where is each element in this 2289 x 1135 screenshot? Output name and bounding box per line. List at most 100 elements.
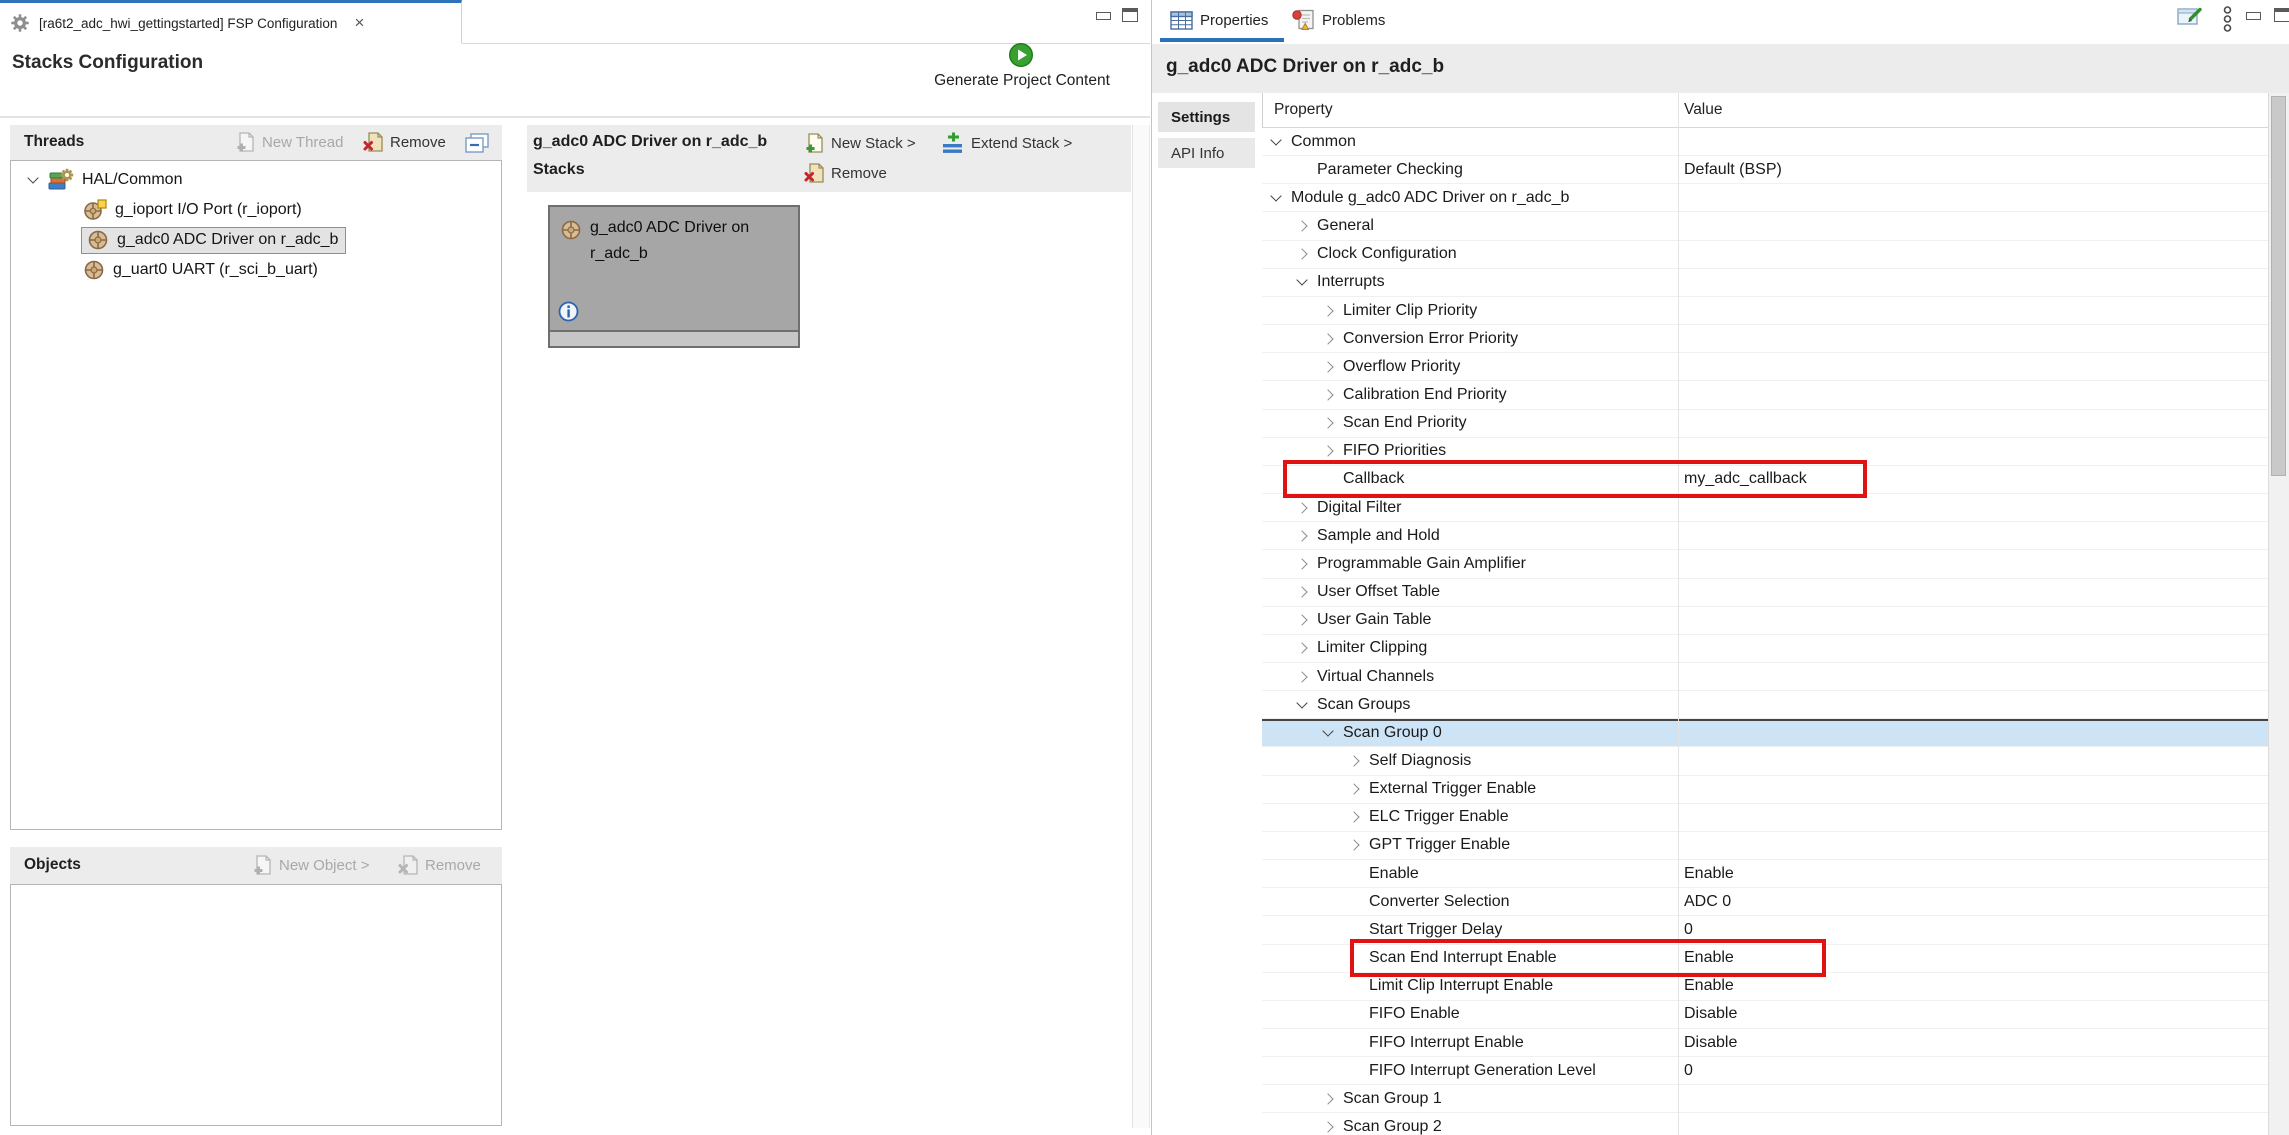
- property-row-clock-configuration[interactable]: Clock Configuration: [1262, 241, 2268, 269]
- property-row-scan-group-0[interactable]: Scan Group 0: [1262, 719, 2268, 747]
- tab-properties[interactable]: Properties: [1200, 12, 1268, 29]
- kebab-dots-icon[interactable]: [2222, 6, 2233, 33]
- window-green-pin-icon[interactable]: [2176, 5, 2203, 28]
- chevron-right-icon[interactable]: [1322, 1121, 1333, 1132]
- property-row-start-trigger-delay[interactable]: Start Trigger Delay0: [1262, 916, 2268, 944]
- property-value[interactable]: Enable: [1684, 949, 1734, 967]
- property-row-fifo-enable[interactable]: FIFO EnableDisable: [1262, 1001, 2268, 1029]
- property-row-elc-trigger-enable[interactable]: ELC Trigger Enable: [1262, 804, 2268, 832]
- chevron-right-icon[interactable]: [1296, 671, 1307, 682]
- collapse-window-minus-icon[interactable]: [464, 133, 490, 154]
- chevron-right-icon[interactable]: [1322, 1093, 1333, 1104]
- property-row-converter-selection[interactable]: Converter SelectionADC 0: [1262, 888, 2268, 916]
- chevron-down-icon[interactable]: [1270, 190, 1281, 201]
- property-row-limiter-clip-priority[interactable]: Limiter Clip Priority: [1262, 297, 2268, 325]
- chevron-down-icon[interactable]: [1296, 275, 1307, 286]
- property-value[interactable]: 0: [1684, 921, 1693, 939]
- property-value[interactable]: Enable: [1684, 865, 1734, 883]
- property-row-conversion-error-priority[interactable]: Conversion Error Priority: [1262, 325, 2268, 353]
- property-value-column-divider[interactable]: [1678, 93, 1679, 1135]
- green-play-icon[interactable]: [1008, 42, 1034, 68]
- close-icon[interactable]: ×: [354, 13, 364, 33]
- property-row-overflow-priority[interactable]: Overflow Priority: [1262, 353, 2268, 381]
- chevron-right-icon[interactable]: [1348, 840, 1359, 851]
- property-row-module-g-adc0-adc-driver-on-r-adc-b[interactable]: Module g_adc0 ADC Driver on r_adc_b: [1262, 184, 2268, 212]
- chevron-right-icon[interactable]: [1322, 305, 1333, 316]
- stacks-panel-scrollbar[interactable]: [1132, 125, 1150, 1128]
- property-value[interactable]: Disable: [1684, 1034, 1737, 1052]
- property-row-virtual-channels[interactable]: Virtual Channels: [1262, 663, 2268, 691]
- property-row-enable[interactable]: EnableEnable: [1262, 860, 2268, 888]
- property-row-fifo-priorities[interactable]: FIFO Priorities: [1262, 438, 2268, 466]
- chevron-right-icon[interactable]: [1322, 417, 1333, 428]
- property-row-programmable-gain-amplifier[interactable]: Programmable Gain Amplifier: [1262, 550, 2268, 578]
- tab-problems[interactable]: Problems: [1322, 12, 1385, 29]
- side-tab-api-info[interactable]: API Info: [1158, 138, 1255, 168]
- property-row-interrupts[interactable]: Interrupts: [1262, 269, 2268, 297]
- property-row-self-diagnosis[interactable]: Self Diagnosis: [1262, 747, 2268, 775]
- side-tab-settings[interactable]: Settings: [1158, 102, 1255, 132]
- chevron-right-icon[interactable]: [1296, 615, 1307, 626]
- new-stack-button[interactable]: New Stack >: [803, 132, 916, 154]
- property-value[interactable]: 0: [1684, 1062, 1693, 1080]
- property-row-callback[interactable]: Callbackmy_adc_callback: [1262, 466, 2268, 494]
- chevron-right-icon[interactable]: [1322, 361, 1333, 372]
- property-row-scan-groups[interactable]: Scan Groups: [1262, 691, 2268, 719]
- property-row-scan-end-priority[interactable]: Scan End Priority: [1262, 410, 2268, 438]
- property-row-scan-group-2[interactable]: Scan Group 2: [1262, 1113, 2268, 1135]
- view-minimize-icon[interactable]: [2246, 12, 2261, 20]
- tree-item-hal-common[interactable]: HAL/Common: [11, 165, 501, 195]
- property-row-limiter-clipping[interactable]: Limiter Clipping: [1262, 635, 2268, 663]
- property-value[interactable]: my_adc_callback: [1684, 470, 1807, 488]
- chevron-right-icon[interactable]: [1296, 220, 1307, 231]
- chevron-down-icon[interactable]: [1296, 697, 1307, 708]
- property-row-scan-group-1[interactable]: Scan Group 1: [1262, 1085, 2268, 1113]
- view-maximize-icon[interactable]: [2274, 8, 2289, 22]
- tree-item-g_ioport[interactable]: g_ioport I/O Port (r_ioport): [11, 195, 501, 225]
- property-value[interactable]: Disable: [1684, 1005, 1737, 1023]
- property-value[interactable]: ADC 0: [1684, 893, 1731, 911]
- property-row-digital-filter[interactable]: Digital Filter: [1262, 494, 2268, 522]
- property-row-fifo-interrupt-generation-level[interactable]: FIFO Interrupt Generation Level0: [1262, 1057, 2268, 1085]
- property-row-calibration-end-priority[interactable]: Calibration End Priority: [1262, 381, 2268, 409]
- chevron-right-icon[interactable]: [1296, 643, 1307, 654]
- chevron-right-icon[interactable]: [1322, 333, 1333, 344]
- chevron-right-icon[interactable]: [1348, 784, 1359, 795]
- property-value[interactable]: Enable: [1684, 977, 1734, 995]
- chevron-down-icon[interactable]: [1270, 134, 1281, 145]
- maximize-icon[interactable]: [1122, 8, 1138, 22]
- extend-stack-button[interactable]: Extend Stack >: [941, 132, 1072, 154]
- stack-card-g-adc0[interactable]: g_adc0 ADC Driver on r_adc_b: [548, 205, 800, 348]
- editor-tab-fsp-configuration[interactable]: [ra6t2_adc_hwi_gettingstarted] FSP Confi…: [0, 0, 462, 43]
- remove-stack-button[interactable]: Remove: [803, 162, 887, 184]
- chevron-down-icon[interactable]: [1322, 725, 1333, 736]
- minimize-icon[interactable]: [1096, 12, 1111, 20]
- property-row-common[interactable]: Common: [1262, 128, 2268, 156]
- tree-item-g_uart0[interactable]: g_uart0 UART (r_sci_b_uart): [11, 255, 501, 285]
- chevron-right-icon[interactable]: [1296, 558, 1307, 569]
- property-row-external-trigger-enable[interactable]: External Trigger Enable: [1262, 776, 2268, 804]
- tree-item-g_adc0[interactable]: g_adc0 ADC Driver on r_adc_b: [11, 225, 501, 255]
- chevron-right-icon[interactable]: [1296, 249, 1307, 260]
- property-row-scan-end-interrupt-enable[interactable]: Scan End Interrupt EnableEnable: [1262, 945, 2268, 973]
- property-row-sample-and-hold[interactable]: Sample and Hold: [1262, 522, 2268, 550]
- generate-project-content-button[interactable]: Generate Project Content: [918, 72, 1126, 90]
- property-row-user-offset-table[interactable]: User Offset Table: [1262, 579, 2268, 607]
- editor-properties-divider[interactable]: [1151, 0, 1152, 1135]
- property-row-user-gain-table[interactable]: User Gain Table: [1262, 607, 2268, 635]
- blue-info-icon[interactable]: [558, 301, 579, 322]
- chevron-right-icon[interactable]: [1296, 502, 1307, 513]
- chevron-right-icon[interactable]: [1348, 812, 1359, 823]
- property-value[interactable]: Default (BSP): [1684, 161, 1782, 179]
- properties-scrollbar-thumb[interactable]: [2271, 96, 2286, 476]
- chevron-right-icon[interactable]: [1322, 446, 1333, 457]
- property-row-fifo-interrupt-enable[interactable]: FIFO Interrupt EnableDisable: [1262, 1029, 2268, 1057]
- chevron-right-icon[interactable]: [1322, 389, 1333, 400]
- property-row-general[interactable]: General: [1262, 212, 2268, 240]
- chevron-right-icon[interactable]: [1348, 755, 1359, 766]
- chevron-right-icon[interactable]: [1296, 530, 1307, 541]
- chevron-down-icon[interactable]: [27, 172, 38, 183]
- remove-thread-button[interactable]: Remove: [362, 131, 446, 153]
- property-row-parameter-checking[interactable]: Parameter CheckingDefault (BSP): [1262, 156, 2268, 184]
- chevron-right-icon[interactable]: [1296, 586, 1307, 597]
